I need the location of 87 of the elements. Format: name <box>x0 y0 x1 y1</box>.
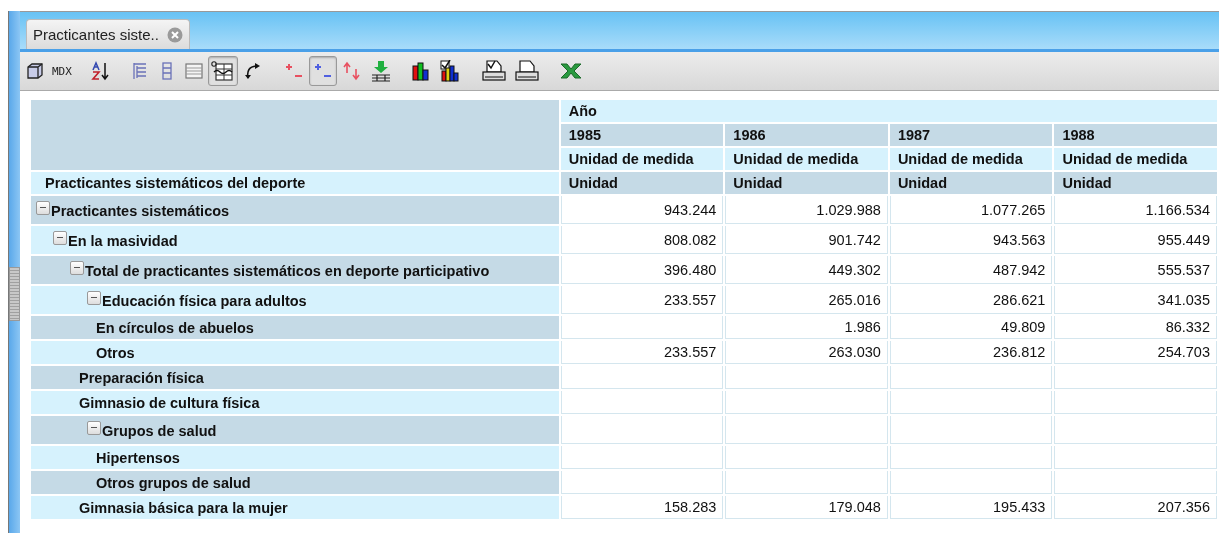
row-label: Gimnasia básica para la mujer <box>79 499 288 516</box>
table-icon <box>183 61 204 81</box>
table-cell: 158.283 <box>560 496 724 519</box>
row-header[interactable]: Gimnasia básica para la mujer <box>31 496 559 519</box>
row-label: Total de practicantes sistemáticos en deporte participativo <box>85 262 490 279</box>
row-header[interactable]: Hipertensos <box>31 446 559 469</box>
column-header: Unidad de medida <box>560 148 724 170</box>
download-table-icon <box>369 60 392 82</box>
zero-grid-button[interactable] <box>207 56 238 86</box>
sort-icon <box>90 61 111 81</box>
table-cell: 233.557 <box>560 286 724 314</box>
up-down-arrows-icon <box>340 61 363 81</box>
table-cell: 49.809 <box>889 316 1053 339</box>
print-preview-icon <box>480 60 507 82</box>
row-label: Preparación física <box>79 369 204 386</box>
column-header[interactable]: 1987 <box>889 124 1053 146</box>
row-dimension-header: Practicantes sistemáticos del deporte <box>31 172 559 194</box>
column-dimension-header: Año <box>560 100 1217 122</box>
table-cell: 1.166.534 <box>1054 196 1217 224</box>
excel-icon <box>558 61 583 81</box>
table-cell: 263.030 <box>725 341 888 364</box>
row-header[interactable]: Otros grupos de salud <box>31 471 559 494</box>
column-header[interactable]: 1986 <box>725 124 888 146</box>
row-header[interactable]: En la masividad <box>31 226 559 254</box>
column-header: Unidad <box>725 172 888 194</box>
table-cell: 808.082 <box>560 226 724 254</box>
table-cell: 396.480 <box>560 256 724 284</box>
row-header[interactable]: En círculos de abuelos <box>31 316 559 339</box>
row-label: Hipertensos <box>96 449 180 466</box>
row-label: Grupos de salud <box>102 422 217 439</box>
collapse-icon[interactable] <box>36 200 50 215</box>
table-cell: 555.537 <box>1054 256 1217 284</box>
row-label: Gimnasio de cultura física <box>79 394 260 411</box>
row-label: Otros grupos de salud <box>96 474 251 491</box>
plus-minus-boxed-button[interactable] <box>308 56 337 86</box>
tab[interactable]: Practicantes siste.. <box>26 19 190 49</box>
table-cell: 254.703 <box>1054 341 1217 364</box>
collapse-icon[interactable] <box>87 420 101 435</box>
column-header: Unidad de medida <box>889 148 1053 170</box>
table-cell: 1.029.988 <box>725 196 888 224</box>
table-cell: 207.356 <box>1054 496 1217 519</box>
table-cell: 943.244 <box>560 196 724 224</box>
grid-wave-icon <box>210 60 235 82</box>
row-label: Otros <box>96 344 135 361</box>
column-header: Unidad de medida <box>725 148 888 170</box>
column-header[interactable]: 1988 <box>1054 124 1217 146</box>
table-cell: 265.016 <box>725 286 888 314</box>
table-cell: 943.563 <box>889 226 1053 254</box>
row-label: Educación física para adultos <box>102 292 307 309</box>
cube-icon <box>25 61 45 81</box>
column-header: Unidad <box>560 172 724 194</box>
collapse-icon[interactable] <box>53 230 67 245</box>
table-cell: 955.449 <box>1054 226 1217 254</box>
column-header: Unidad <box>889 172 1053 194</box>
table-cell: 1.077.265 <box>889 196 1053 224</box>
row-label: En la masividad <box>68 232 178 249</box>
chart-edit-icon <box>439 60 462 82</box>
table-cell: 487.942 <box>889 256 1053 284</box>
table-cell: 236.812 <box>889 341 1053 364</box>
table-cell: 86.332 <box>1054 316 1217 339</box>
row-label: Practicantes sistemáticos <box>51 202 230 219</box>
table-cell: 1.986 <box>725 316 888 339</box>
collapse-icon[interactable] <box>87 290 101 305</box>
row-label: En círculos de abuelos <box>96 319 254 336</box>
column-header: Unidad de medida <box>1054 148 1217 170</box>
tab-label: Practicantes siste.. <box>33 26 159 43</box>
row-header[interactable]: Total de practicantes sistemáticos en deporte participativo <box>31 256 559 284</box>
printer-icon <box>513 60 540 82</box>
table-cell: 286.621 <box>889 286 1053 314</box>
column-header[interactable]: 1985 <box>560 124 724 146</box>
close-icon[interactable] <box>166 26 183 43</box>
column-header: Unidad <box>1054 172 1217 194</box>
table-cell: 233.557 <box>560 341 724 364</box>
row-header[interactable]: Grupos de salud <box>31 416 559 444</box>
table-cell: 449.302 <box>725 256 888 284</box>
table-cell: 901.742 <box>725 226 888 254</box>
row-header[interactable]: Preparación física <box>31 366 559 389</box>
row-header[interactable]: Practicantes sistemáticos <box>31 196 559 224</box>
row-header[interactable]: Gimnasio de cultura física <box>31 391 559 414</box>
mdx-button[interactable]: MDX <box>49 56 75 86</box>
table-cell: 341.035 <box>1054 286 1217 314</box>
table-cell: 195.433 <box>889 496 1053 519</box>
row-header[interactable]: Otros <box>31 341 559 364</box>
row-header[interactable]: Educación física para adultos <box>31 286 559 314</box>
splitter-handle[interactable] <box>9 267 20 321</box>
table-cell: 179.048 <box>725 496 888 519</box>
collapse-icon[interactable] <box>70 260 84 275</box>
